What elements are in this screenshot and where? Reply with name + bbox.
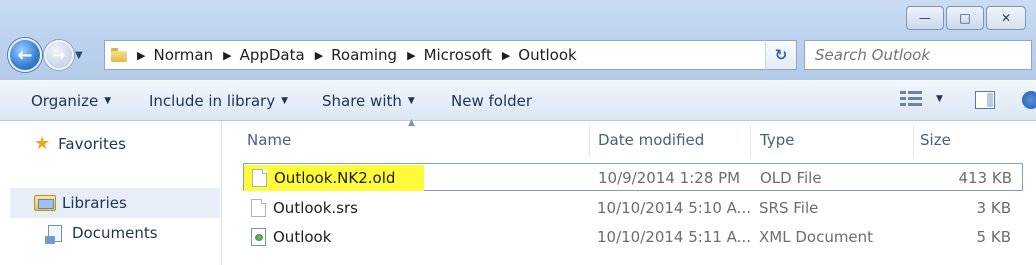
- chevron-right-icon[interactable]: ▶: [502, 49, 510, 62]
- sort-ascending-icon: ▲: [408, 118, 415, 128]
- column-header-type[interactable]: Type: [760, 131, 794, 149]
- search-input[interactable]: [815, 46, 1031, 64]
- xml-document-icon: [251, 228, 266, 246]
- column-divider[interactable]: [589, 124, 590, 158]
- folder-icon: [111, 48, 127, 62]
- chevron-right-icon[interactable]: ▶: [315, 49, 323, 62]
- star-icon: ★: [34, 133, 51, 154]
- breadcrumb-label[interactable]: AppData: [240, 46, 305, 64]
- organize-label: Organize: [31, 92, 99, 110]
- share-with-label: Share with: [322, 92, 402, 110]
- navigation-pane: ★ Favorites Libraries Documents: [0, 121, 222, 265]
- file-name[interactable]: Outlook.srs: [273, 199, 358, 217]
- chevron-right-icon[interactable]: ▶: [223, 49, 231, 62]
- preview-pane-button[interactable]: [975, 91, 995, 109]
- close-button[interactable]: ✕: [986, 6, 1026, 30]
- file-type: SRS File: [759, 199, 819, 217]
- breadcrumb-roaming[interactable]: ▶ Roaming: [305, 46, 397, 64]
- back-arrow-icon: ←: [17, 44, 33, 66]
- navigation-buttons: ← → ▼: [8, 37, 87, 73]
- include-in-library-label: Include in library: [149, 92, 276, 110]
- include-in-library-menu[interactable]: Include in library ▼: [149, 92, 288, 110]
- breadcrumb-label[interactable]: Roaming: [331, 46, 397, 64]
- share-with-menu[interactable]: Share with ▼: [322, 92, 415, 110]
- chevron-down-icon[interactable]: ▼: [936, 94, 943, 104]
- file-icon: [252, 169, 267, 187]
- file-date-modified: 10/9/2014 1:28 PM: [598, 169, 741, 187]
- refresh-icon: ↻: [774, 46, 788, 64]
- sidebar-item-label: Libraries: [62, 194, 127, 212]
- library-icon: [34, 195, 56, 211]
- new-folder-label: New folder: [451, 92, 533, 110]
- back-button[interactable]: ←: [8, 38, 42, 72]
- breadcrumb-microsoft[interactable]: ▶ Microsoft: [397, 46, 492, 64]
- table-row[interactable]: Outlook 10/10/2014 5:11 A... XML Documen…: [243, 223, 1023, 251]
- file-name[interactable]: Outlook: [273, 228, 331, 246]
- table-row[interactable]: Outlook.srs 10/10/2014 5:10 A... SRS Fil…: [243, 194, 1023, 222]
- file-date-modified: 10/10/2014 5:10 A...: [597, 199, 751, 217]
- forward-button[interactable]: →: [44, 40, 74, 70]
- column-header-size[interactable]: Size: [920, 131, 951, 149]
- file-icon: [251, 199, 266, 217]
- file-type: OLD File: [760, 169, 822, 187]
- sidebar-item-favorites[interactable]: ★ Favorites: [34, 133, 126, 154]
- maximize-button[interactable]: □: [946, 6, 984, 30]
- file-size: 5 KB: [976, 228, 1011, 246]
- change-view-button[interactable]: ▼: [900, 91, 943, 107]
- chevron-down-icon: ▼: [281, 96, 288, 106]
- sidebar-item-documents[interactable]: Documents: [45, 224, 158, 244]
- documents-icon: [45, 224, 62, 244]
- file-date-modified: 10/10/2014 5:11 A...: [597, 228, 751, 246]
- breadcrumb-appdata[interactable]: ▶ AppData: [213, 46, 305, 64]
- chevron-right-icon[interactable]: ▶: [407, 49, 415, 62]
- column-divider[interactable]: [913, 124, 914, 158]
- sidebar-item-libraries[interactable]: Libraries: [10, 188, 220, 218]
- breadcrumb-label[interactable]: Norman: [153, 46, 213, 64]
- window-frame: — □ ✕ ← → ▼ ▶ Norman ▶ AppData ▶ Roaming…: [0, 0, 1036, 80]
- new-folder-button[interactable]: New folder: [451, 92, 532, 110]
- file-size: 413 KB: [958, 169, 1012, 187]
- address-bar[interactable]: ▶ Norman ▶ AppData ▶ Roaming ▶ Microsoft…: [104, 40, 797, 70]
- forward-arrow-icon: →: [52, 46, 66, 64]
- file-size: 3 KB: [976, 199, 1011, 217]
- refresh-button[interactable]: ↻: [765, 40, 797, 70]
- file-name[interactable]: Outlook.NK2.old: [274, 169, 395, 187]
- sidebar-item-label: Documents: [72, 224, 158, 242]
- details-view-icon: [900, 91, 922, 107]
- column-header-date-modified[interactable]: Date modified: [598, 131, 704, 149]
- column-header-name[interactable]: Name: [247, 131, 291, 149]
- help-icon[interactable]: [1022, 91, 1036, 109]
- chevron-down-icon: ▼: [104, 96, 112, 106]
- breadcrumb-outlook[interactable]: ▶ Outlook: [492, 46, 577, 64]
- table-row[interactable]: Outlook.NK2.old 10/9/2014 1:28 PM OLD Fi…: [243, 163, 1023, 191]
- recent-pages-dropdown[interactable]: ▼: [75, 50, 87, 61]
- sidebar-item-label: Favorites: [58, 135, 126, 153]
- window-controls: — □ ✕: [906, 6, 1026, 30]
- breadcrumb-norman[interactable]: ▶ Norman: [127, 46, 213, 64]
- file-list: ▲ Name Date modified Type Size Outlook.N…: [223, 118, 1036, 265]
- breadcrumb-label[interactable]: Microsoft: [424, 46, 492, 64]
- minimize-button[interactable]: —: [906, 6, 944, 30]
- chevron-down-icon: ▼: [407, 96, 415, 106]
- command-bar: Organize ▼ Include in library ▼ Share wi…: [0, 80, 1036, 121]
- organize-menu[interactable]: Organize ▼: [31, 92, 111, 110]
- chevron-right-icon[interactable]: ▶: [137, 49, 145, 62]
- column-divider[interactable]: [750, 124, 751, 158]
- search-box[interactable]: [804, 40, 1032, 70]
- file-type: XML Document: [759, 228, 874, 246]
- breadcrumb-label[interactable]: Outlook: [518, 46, 576, 64]
